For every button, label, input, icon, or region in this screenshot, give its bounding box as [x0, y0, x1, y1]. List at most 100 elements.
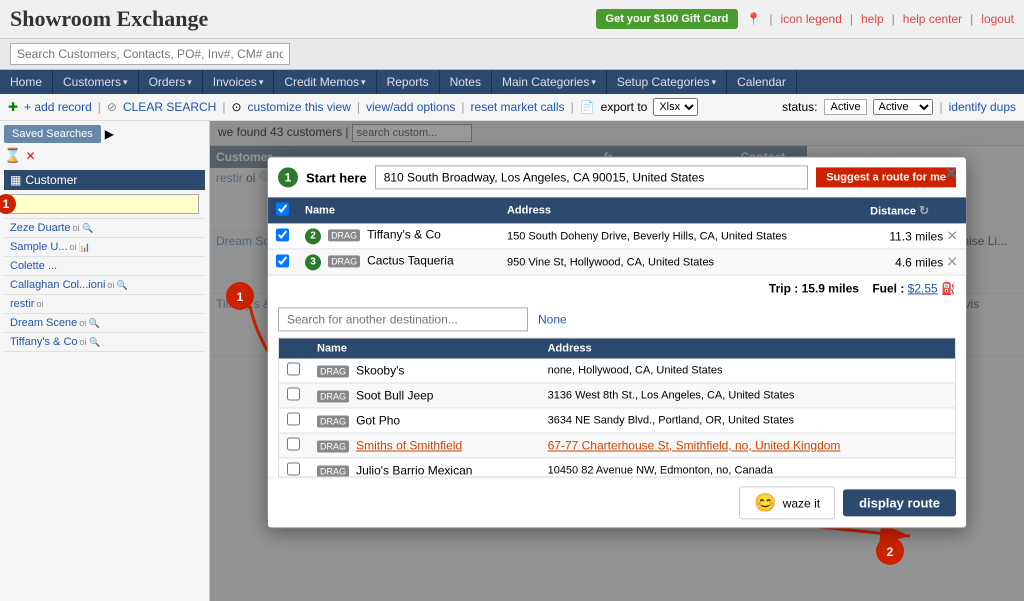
- list-item[interactable]: Callaghan Col...ioni oi 🔍: [4, 276, 205, 295]
- nav-setup-categories[interactable]: Setup Categories▾: [607, 70, 727, 94]
- grid-icon: ▦: [10, 173, 21, 187]
- table-row[interactable]: DRAG Soot Bull Jeep 3136 West 8th St., L…: [279, 383, 955, 408]
- customer-search-input[interactable]: [10, 194, 199, 214]
- table-row[interactable]: DRAG Got Pho 3634 NE Sandy Blvd., Portla…: [279, 408, 955, 433]
- customer-name: Zeze Duarte: [10, 222, 71, 234]
- table-row[interactable]: DRAG Skooby's none, Hollywood, CA, Unite…: [279, 358, 955, 383]
- row-num-2: 2: [305, 228, 321, 244]
- row-num-3: 3: [305, 254, 321, 270]
- gift-button[interactable]: Get your $100 Gift Card: [596, 9, 739, 29]
- nav-main-categories[interactable]: Main Categories▾: [492, 70, 607, 94]
- modal-close-button[interactable]: ✕: [945, 163, 958, 183]
- none-link[interactable]: None: [538, 312, 567, 326]
- list-item[interactable]: Zeze Duarte oi 🔍: [4, 219, 205, 238]
- result-name: Skooby's: [356, 363, 404, 377]
- nav-home[interactable]: Home: [0, 70, 53, 94]
- view-add-button[interactable]: view/add options: [366, 100, 455, 114]
- drag-tag: DRAG: [328, 230, 360, 242]
- filter-icon: ⊘: [107, 100, 117, 114]
- fuel-value-link[interactable]: $2.55: [908, 281, 938, 295]
- list-item[interactable]: Sample U... oi 📊: [4, 238, 205, 257]
- waze-button[interactable]: 😊 waze it: [739, 486, 835, 519]
- export-label: export to: [601, 100, 648, 114]
- saved-searches-button[interactable]: Saved Searches: [4, 125, 101, 143]
- trip-label: Trip :: [769, 281, 798, 295]
- left-panel: Saved Searches ▶ ⌛ ✕ ▦ Customer 1 Zeze D…: [0, 121, 210, 601]
- customer-name: Tiffany's & Co: [10, 336, 78, 348]
- identify-dups-button[interactable]: identify dups: [949, 100, 1016, 114]
- drag-tag: DRAG: [317, 390, 349, 402]
- result-checkbox-2[interactable]: [287, 412, 300, 425]
- fuel-label: Fuel :: [872, 281, 904, 295]
- nav-customers[interactable]: Customers▾: [53, 70, 139, 94]
- app-title: Showroom Exchange: [10, 6, 208, 32]
- clear-search-button[interactable]: CLEAR SEARCH: [123, 100, 216, 114]
- status-select[interactable]: Active Inactive: [873, 99, 933, 115]
- search-bar: [0, 39, 1024, 70]
- suggest-route-button[interactable]: Suggest a route for me: [816, 167, 956, 187]
- nav-reports[interactable]: Reports: [377, 70, 440, 94]
- result-checkbox-1[interactable]: [287, 387, 300, 400]
- trip-summary: Trip : 15.9 miles Fuel : $2.55 ⛽: [268, 275, 966, 301]
- search-destination-row: None: [268, 301, 966, 337]
- list-item[interactable]: restir oi: [4, 295, 205, 314]
- nav-bar: Home Customers▾ Orders▾ Invoices▾ Credit…: [0, 70, 1024, 94]
- customer-name: Sample U...: [10, 241, 67, 253]
- table-row[interactable]: DRAG Smiths of Smithfield 67-77 Charterh…: [279, 433, 955, 458]
- distance-value: 11.3 miles: [889, 229, 943, 243]
- nav-invoices[interactable]: Invoices▾: [203, 70, 275, 94]
- list-item[interactable]: Colette ...: [4, 257, 205, 276]
- result-name: Julio's Barrio Mexican: [356, 463, 472, 477]
- results-scroll[interactable]: Name Address DRAG Skooby's: [278, 337, 956, 477]
- row-checkbox-2[interactable]: [276, 254, 289, 267]
- list-item[interactable]: Tiffany's & Co oi 🔍: [4, 333, 205, 352]
- header-right: Get your $100 Gift Card 📍 | icon legend …: [596, 9, 1014, 29]
- header-sep: |: [769, 12, 772, 26]
- help-link[interactable]: help: [861, 12, 884, 26]
- global-search-input[interactable]: [10, 43, 290, 65]
- nav-credit-memos[interactable]: Credit Memos▾: [274, 70, 376, 94]
- triangle-icon: ▶: [105, 127, 114, 141]
- nav-calendar[interactable]: Calendar: [727, 70, 797, 94]
- distance-value: 4.6 miles: [895, 255, 943, 269]
- trip-value: 15.9 miles: [802, 281, 859, 295]
- nav-notes[interactable]: Notes: [440, 70, 492, 94]
- add-record-button[interactable]: + add record: [24, 100, 92, 114]
- result-address: 3634 NE Sandy Blvd., Portland, OR, Unite…: [540, 408, 955, 433]
- remove-row-1-button[interactable]: ✕: [946, 227, 958, 243]
- search-destination-input[interactable]: [278, 307, 528, 331]
- select-all-checkbox[interactable]: [276, 202, 289, 215]
- toolbar: ✚ + add record | ⊘ CLEAR SEARCH | ⊙ cust…: [0, 94, 1024, 121]
- customer-name: Dream Scene: [10, 317, 77, 329]
- pin-icon: 📍: [746, 12, 761, 26]
- reset-button[interactable]: reset market calls: [471, 100, 565, 114]
- result-checkbox-3[interactable]: [287, 437, 300, 450]
- export-format-select[interactable]: Xlsx: [653, 98, 698, 116]
- remove-row-2-button[interactable]: ✕: [946, 253, 958, 269]
- destination-name: Cactus Taqueria: [367, 254, 454, 268]
- filter-icon2: ⌛: [4, 147, 21, 164]
- result-checkbox-0[interactable]: [287, 362, 300, 375]
- customize-button[interactable]: customize this view: [248, 100, 351, 114]
- status-badge: Active: [824, 99, 868, 115]
- drag-tag: DRAG: [317, 440, 349, 452]
- display-route-button[interactable]: display route: [843, 489, 956, 516]
- table-row[interactable]: DRAG Julio's Barrio Mexican 10450 82 Ave…: [279, 458, 955, 478]
- list-item[interactable]: Dream Scene oi 🔍: [4, 314, 205, 333]
- customer-column-header: ▦ Customer: [4, 170, 205, 190]
- icon-legend-link[interactable]: icon legend: [780, 12, 841, 26]
- main-table-area: we found 43 customers | Customer fr Cont…: [210, 121, 1024, 601]
- waze-label: waze it: [783, 496, 820, 510]
- customer-name: Colette ...: [10, 260, 57, 272]
- nav-orders[interactable]: Orders▾: [139, 70, 203, 94]
- start-address-input[interactable]: [375, 165, 809, 189]
- drag-tag: DRAG: [317, 365, 349, 377]
- result-checkbox-4[interactable]: [287, 462, 300, 475]
- app-header: Showroom Exchange Get your $100 Gift Car…: [0, 0, 1024, 39]
- results-container: Name Address DRAG Skooby's: [268, 337, 966, 477]
- row-checkbox-1[interactable]: [276, 228, 289, 241]
- help-center-link[interactable]: help center: [903, 12, 962, 26]
- refresh-icon[interactable]: ↻: [919, 203, 929, 217]
- drag-tag: DRAG: [317, 465, 349, 477]
- logout-link[interactable]: logout: [981, 12, 1014, 26]
